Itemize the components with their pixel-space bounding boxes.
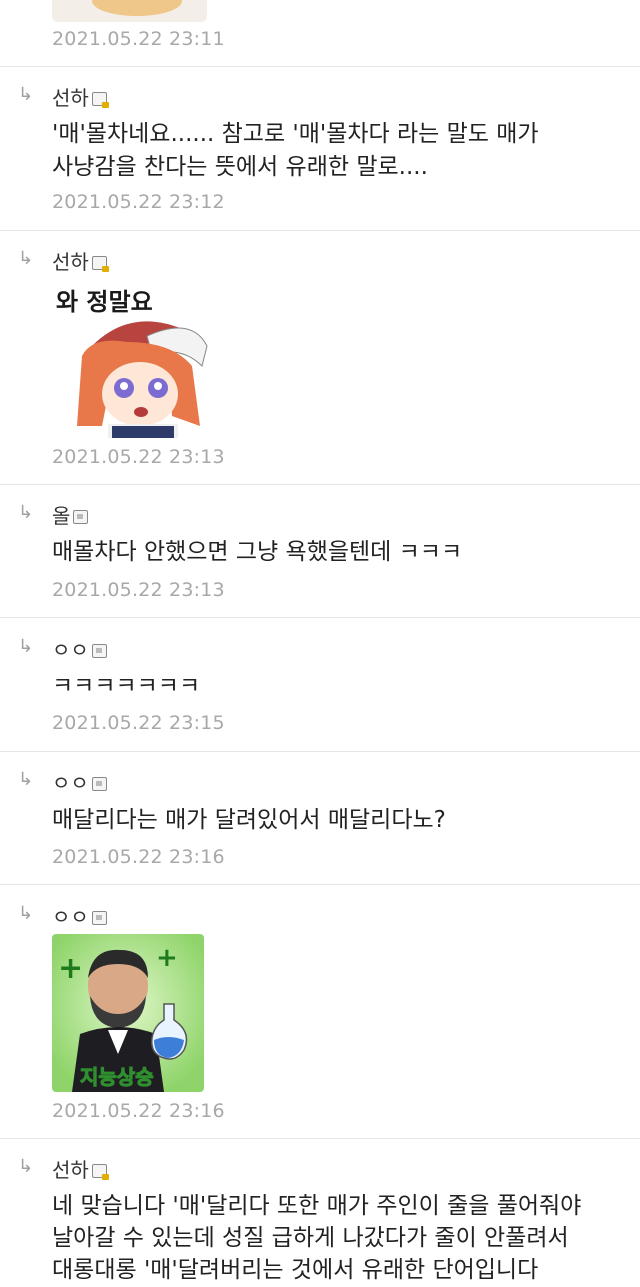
comment-author[interactable]: ㅇㅇ — [52, 634, 107, 663]
author-name[interactable]: ㅇㅇ — [52, 634, 89, 663]
reply-arrow-icon: ↳ — [18, 84, 34, 105]
author-name[interactable]: 선하 — [52, 82, 89, 111]
reply-arrow-icon: ↳ — [18, 248, 34, 269]
comment-text-line: 매달리다는 매가 달려있어서 매달리다노? — [52, 807, 446, 833]
svg-text:+: + — [156, 943, 178, 973]
comment-author[interactable]: ㅇㅇ — [52, 901, 107, 930]
comment-text-line: 매몰차다 안했으면 그냥 욕했을텐데 ㅋㅋㅋ — [52, 539, 463, 565]
author-name[interactable]: ㅇㅇ — [52, 901, 89, 930]
comment-timestamp: 2021.05.22 23:16 — [52, 846, 225, 868]
comment-timestamp: 2021.05.22 23:13 — [52, 579, 225, 601]
sticker-caption: 지능상승 — [80, 1065, 154, 1089]
comment-text-line: 날아갈 수 있는데 성질 급하게 나갔다가 줄이 안풀려서 — [52, 1225, 569, 1251]
sticker-image-partial — [52, 0, 207, 22]
svg-text:+: + — [58, 951, 83, 986]
reply-arrow-icon: ↳ — [18, 769, 34, 790]
member-badge-icon — [91, 1163, 109, 1180]
member-badge-icon — [91, 255, 109, 272]
comment-text-line: 대롱대롱 '매'달려버리는 것에서 유래한 단어입니다 — [52, 1257, 539, 1283]
sticker-image: 와 정말요 — [52, 276, 208, 438]
comment-author[interactable]: ㅇㅇ — [52, 767, 107, 796]
member-badge-icon — [91, 643, 107, 658]
reply-arrow-icon: ↳ — [18, 903, 34, 924]
comment-text-line: ㅋㅋㅋㅋㅋㅋㅋ — [52, 673, 201, 699]
comment-timestamp: 2021.05.22 23:12 — [52, 191, 225, 213]
comment-author[interactable]: 올 — [52, 500, 89, 529]
author-name[interactable]: 선하 — [52, 1154, 89, 1183]
member-badge-icon — [91, 776, 107, 791]
divider — [0, 484, 640, 485]
comment-text-line: 네 맞습니다 '매'달리다 또한 매가 주인이 줄을 풀어줘야 — [52, 1193, 582, 1219]
divider — [0, 884, 640, 885]
comment-author[interactable]: 선하 — [52, 1154, 109, 1183]
sticker-image: + + 지능상승 — [52, 934, 204, 1092]
divider — [0, 617, 640, 618]
author-name[interactable]: 선하 — [52, 246, 89, 275]
author-name[interactable]: 올 — [52, 500, 70, 529]
comment-author[interactable]: 선하 — [52, 246, 109, 275]
divider — [0, 66, 640, 67]
reply-arrow-icon: ↳ — [18, 1156, 34, 1177]
comment-timestamp: 2021.05.22 23:11 — [52, 28, 225, 50]
divider — [0, 230, 640, 231]
reply-arrow-icon: ↳ — [18, 636, 34, 657]
member-badge-icon — [73, 509, 89, 524]
comment-text-line: 사냥감을 찬다는 뜻에서 유래한 말로.... — [52, 154, 428, 180]
member-badge-icon — [91, 910, 107, 925]
sticker-caption: 와 정말요 — [56, 288, 153, 316]
reply-arrow-icon: ↳ — [18, 502, 34, 523]
comment-timestamp: 2021.05.22 23:15 — [52, 712, 225, 734]
author-name[interactable]: ㅇㅇ — [52, 767, 89, 796]
comment-timestamp: 2021.05.22 23:13 — [52, 446, 225, 468]
comment-timestamp: 2021.05.22 23:16 — [52, 1100, 225, 1122]
divider — [0, 751, 640, 752]
divider — [0, 1138, 640, 1139]
comment-author[interactable]: 선하 — [52, 82, 109, 111]
member-badge-icon — [91, 91, 109, 108]
comment-text-line: '매'몰차네요...... 참고로 '매'몰차다 라는 말도 매가 — [52, 121, 539, 147]
